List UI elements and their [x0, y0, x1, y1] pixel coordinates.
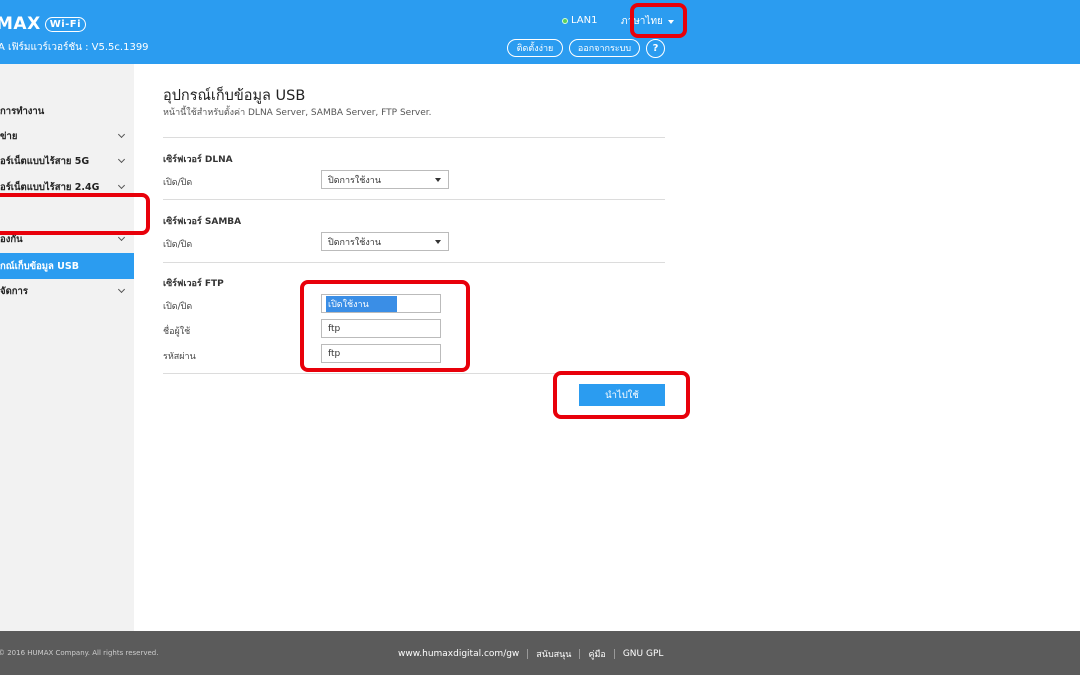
divider [527, 649, 529, 659]
chevron-down-icon [435, 240, 441, 244]
annotation-box-language [630, 3, 687, 38]
chevron-down-icon [435, 178, 441, 182]
sidebar: การทำงาน ข่าย อร์เน็ตแบบไร้สาย 5G อร์เน็… [0, 64, 134, 631]
dlna-section-title: เซิร์ฟเวอร์ DLNA [163, 155, 233, 165]
footer-links: www.humaxdigital.com/gw สนับสนุน คู่มือ … [398, 647, 663, 661]
divider [163, 137, 665, 138]
help-icon[interactable]: ? [646, 39, 665, 58]
firmware-version: A เฟิร์มแวร์เวอร์ชัน : V5.5c.1399 [0, 42, 149, 53]
divider [163, 199, 665, 200]
samba-onoff-select[interactable]: ปิดการใช้งาน [321, 232, 449, 251]
sidebar-item-wireless-5g[interactable]: อร์เน็ตแบบไร้สาย 5G [0, 148, 134, 174]
lan-status: LAN1 [562, 15, 597, 26]
divider [579, 649, 581, 659]
samba-onoff-label: เปิด/ปิด [163, 240, 193, 250]
ftp-username-label: ชื่อผู้ใช้ [163, 327, 191, 337]
logout-button[interactable]: ออกจากระบบ [569, 39, 640, 57]
logo-text: MAX [0, 14, 41, 34]
chevron-down-icon [117, 233, 126, 242]
sidebar-item-label: การทำงาน [0, 105, 45, 117]
footer-link-manual[interactable]: คู่มือ [588, 647, 605, 661]
footer-link-website[interactable]: www.humaxdigital.com/gw [398, 649, 519, 659]
chevron-down-icon [117, 181, 126, 190]
footer: © 2016 HUMAX Company. All rights reserve… [0, 631, 1080, 675]
lan-label: LAN1 [571, 15, 598, 26]
wifi-badge: Wi-Fi [44, 16, 87, 32]
divider [163, 262, 665, 263]
sidebar-item-label: อร์เน็ตแบบไร้สาย 5G [0, 155, 90, 167]
dlna-onoff-label: เปิด/ปิด [163, 178, 193, 188]
dlna-onoff-select[interactable]: ปิดการใช้งาน [321, 170, 449, 189]
sidebar-item-label: ข่าย [0, 130, 18, 142]
annotation-box-sidebar [0, 193, 150, 235]
ftp-password-label: รหัสผ่าน [163, 352, 196, 362]
ftp-section-title: เซิร์ฟเวอร์ FTP [163, 279, 224, 289]
divider [613, 649, 615, 659]
sidebar-item-management[interactable]: จัดการ [0, 278, 134, 304]
footer-link-support[interactable]: สนับสนุน [536, 647, 571, 661]
ftp-onoff-label: เปิด/ปิด [163, 302, 193, 312]
sidebar-item-usb-storage[interactable]: กณ์เก็บข้อมูล USB [0, 253, 134, 279]
top-header: MAX Wi-Fi A เฟิร์มแวร์เวอร์ชัน : V5.5c.1… [0, 0, 1080, 64]
page-description: หน้านี้ใช้สำหรับตั้งค่า DLNA Server, SAM… [163, 108, 432, 118]
footer-link-gpl[interactable]: GNU GPL [623, 649, 664, 659]
chevron-down-icon [117, 155, 126, 164]
lan-status-icon [562, 17, 568, 24]
dlna-onoff-value: ปิดการใช้งาน [328, 175, 381, 186]
easy-setup-button[interactable]: ติดตั้งง่าย [507, 39, 563, 57]
copyright-text: © 2016 HUMAX Company. All rights reserve… [0, 649, 159, 657]
chevron-down-icon [117, 130, 126, 139]
sidebar-item-network[interactable]: ข่าย [0, 123, 134, 149]
sidebar-item-operation[interactable]: การทำงาน [0, 98, 134, 124]
annotation-box-apply [553, 371, 690, 419]
samba-section-title: เซิร์ฟเวอร์ SAMBA [163, 217, 242, 227]
sidebar-item-label: กณ์เก็บข้อมูล USB [0, 260, 79, 272]
chevron-down-icon [117, 285, 126, 294]
annotation-box-ftp [300, 280, 470, 372]
sidebar-item-label: จัดการ [0, 285, 28, 297]
humax-logo: MAX Wi-Fi [0, 14, 87, 34]
page-title: อุปกรณ์เก็บข้อมูล USB [163, 88, 306, 104]
samba-onoff-value: ปิดการใช้งาน [328, 237, 381, 248]
